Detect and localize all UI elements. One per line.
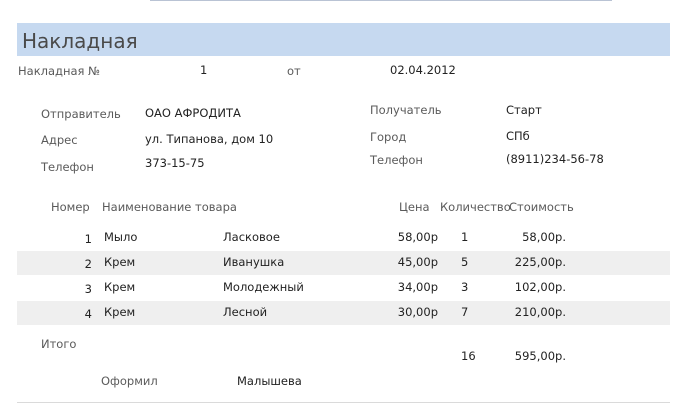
row-cost: 58,00р.: [522, 230, 566, 244]
row-qty: 3: [461, 280, 469, 294]
recipient-city-label: Город: [370, 130, 407, 144]
row-cost: 210,00р.: [514, 305, 566, 319]
sender-address-label: Адрес: [41, 133, 78, 147]
totals-label: Итого: [41, 337, 77, 351]
column-header-price: Цена: [399, 200, 430, 214]
invoice-date: 02.04.2012: [390, 63, 456, 77]
row-product: Крем: [104, 255, 136, 269]
row-brand: Лесной: [223, 305, 268, 319]
sender-name: ОАО АФРОДИТА: [145, 106, 241, 120]
recipient-phone: (8911)234-56-78: [506, 152, 604, 166]
row-cost: 225,00р.: [514, 255, 566, 269]
row-product: Крем: [104, 305, 136, 319]
recipient-city: СПб: [506, 129, 530, 143]
recipient-label: Получатель: [370, 103, 442, 117]
row-qty: 7: [461, 305, 469, 319]
recipient-name: Старт: [506, 103, 542, 117]
row-number: 1: [84, 232, 92, 246]
row-cost: 102,00р.: [514, 280, 566, 294]
recipient-phone-label: Телефон: [370, 153, 423, 167]
issued-by-label: Оформил: [101, 374, 158, 388]
row-brand: Иванушка: [223, 255, 285, 269]
row-qty: 5: [461, 255, 469, 269]
top-border-line: [150, 0, 612, 1]
column-header-qty: Количество: [440, 200, 511, 214]
totals-cost: 595,00р.: [514, 349, 566, 363]
row-price: 30,00р: [397, 305, 438, 319]
totals-qty: 16: [461, 349, 476, 363]
row-product: Мыло: [104, 230, 138, 244]
sender-phone-label: Телефон: [41, 160, 94, 174]
report-header: Накладная: [17, 23, 670, 56]
sender-phone: 373-15-75: [145, 156, 205, 170]
row-brand: Ласковое: [223, 230, 280, 244]
row-number: 4: [84, 307, 92, 321]
sender-label: Отправитель: [41, 107, 121, 121]
row-price: 34,00р: [397, 280, 438, 294]
row-brand: Молодежный: [223, 280, 304, 294]
bottom-border-line: [17, 402, 670, 403]
sender-address: ул. Типанова, дом 10: [145, 132, 274, 146]
column-header-name: Наименование товара: [102, 200, 237, 214]
invoice-number: 1: [200, 63, 208, 77]
invoice-date-label: от: [287, 64, 301, 78]
invoice-number-label: Накладная №: [18, 64, 101, 78]
row-price: 58,00р: [397, 230, 438, 244]
row-price: 45,00р: [397, 255, 438, 269]
row-product: Крем: [104, 280, 136, 294]
row-number: 3: [84, 282, 92, 296]
report-title: Накладная: [22, 29, 138, 53]
column-header-cost: Стоимость: [509, 200, 574, 214]
column-header-number: Номер: [51, 200, 90, 214]
issued-by-name: Малышева: [237, 374, 302, 388]
row-qty: 1: [461, 230, 469, 244]
row-number: 2: [84, 257, 92, 271]
